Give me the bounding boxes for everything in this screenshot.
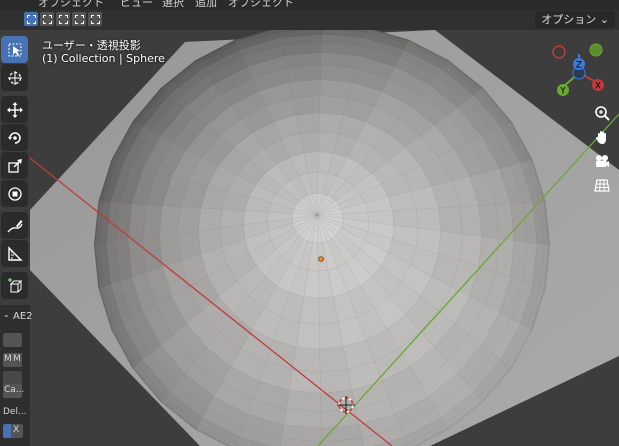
rotate-icon[interactable]: [1, 124, 28, 151]
menu-item-object[interactable]: オブジェクト: [228, 0, 294, 10]
transform-icon[interactable]: [1, 180, 28, 207]
sphere-face: [288, 369, 321, 394]
view-perspective-label: ユーザー・透視投影: [42, 39, 141, 52]
sphere-face: [285, 389, 322, 413]
sphere-face: [319, 369, 353, 394]
options-dropdown[interactable]: オプション ⌄: [535, 11, 615, 28]
panel-label-del: Del...: [3, 407, 27, 417]
neg-y-gizmo-ball[interactable]: [589, 43, 603, 57]
panel-title: AE2: [13, 311, 33, 322]
menu-strip: オブジェクト ビュー 選択 追加 オブジェクト: [0, 0, 619, 10]
panel-field-ca[interactable]: Ca...: [3, 384, 24, 398]
sphere-face: [392, 208, 419, 229]
panel-field-m[interactable]: M M: [3, 353, 22, 367]
measure-icon[interactable]: [1, 240, 28, 267]
camera-icon[interactable]: [591, 150, 613, 172]
annotate-icon[interactable]: [1, 212, 28, 239]
sphere-face: [177, 206, 201, 234]
select-box-new-icon[interactable]: [24, 12, 38, 26]
select-box-extend-icon[interactable]: [40, 12, 54, 26]
z-gizmo-label: Z: [576, 61, 582, 71]
panel-field-x[interactable]: X: [11, 424, 23, 438]
scale-icon[interactable]: [1, 152, 28, 179]
menu-item-add[interactable]: 追加: [195, 0, 217, 10]
object-origin: [318, 256, 324, 262]
cursor-arrow-icon[interactable]: [1, 36, 28, 63]
zoom-icon[interactable]: [591, 102, 613, 124]
select-box-subtract-icon[interactable]: [56, 12, 70, 26]
last-operation-panel: ⌄ AE2 M M Ca... Del... X: [0, 305, 33, 446]
menu-item-select[interactable]: 選択: [162, 0, 184, 10]
collection-object-label: (1) Collection | Sphere: [42, 52, 165, 65]
y-gizmo-label: Y: [559, 87, 566, 97]
hand-icon[interactable]: [591, 126, 613, 148]
sphere-face: [159, 205, 181, 237]
viewport-header: オブジェクト ビュー 選択 追加 オブジェクト オプション ⌄: [0, 0, 619, 30]
sphere-face: [159, 233, 181, 268]
move-icon[interactable]: [1, 96, 28, 123]
sphere-face: [198, 207, 223, 232]
uv-sphere-mesh[interactable]: [93, 30, 551, 446]
sphere-face: [295, 322, 320, 350]
x-gizmo-label: X: [595, 82, 601, 92]
grid-icon[interactable]: [591, 174, 613, 196]
add-cube-icon[interactable]: [1, 272, 28, 299]
menu-item-object-mode[interactable]: オブジェクト: [38, 0, 104, 10]
sphere-face: [438, 206, 463, 234]
sphere-face: [295, 112, 320, 134]
chevron-down-icon[interactable]: ⌄: [3, 310, 10, 319]
sphere-face: [319, 346, 349, 373]
selection-mode-group: [24, 12, 102, 28]
3d-cursor-tool-icon[interactable]: [1, 64, 28, 91]
select-box-invert-icon[interactable]: [72, 12, 86, 26]
menu-item-view[interactable]: ビュー: [120, 0, 153, 10]
sphere-face: [219, 208, 246, 229]
sphere-face: [415, 207, 442, 232]
select-box-intersect-icon[interactable]: [88, 12, 102, 26]
panel-field-blank[interactable]: [3, 371, 22, 385]
sphere-face: [459, 205, 483, 237]
panel-field[interactable]: [3, 333, 22, 347]
navigation-gizmo[interactable]: Z X Y: [546, 40, 612, 100]
sphere-face: [319, 95, 349, 116]
neg-x-gizmo-ball[interactable]: [552, 45, 566, 59]
sphere-face: [292, 95, 321, 116]
viewport-scene: [29, 30, 619, 446]
3d-viewport[interactable]: ユーザー・透視投影 (1) Collection | Sphere Z X Y: [0, 30, 619, 446]
sphere-face: [292, 346, 321, 373]
